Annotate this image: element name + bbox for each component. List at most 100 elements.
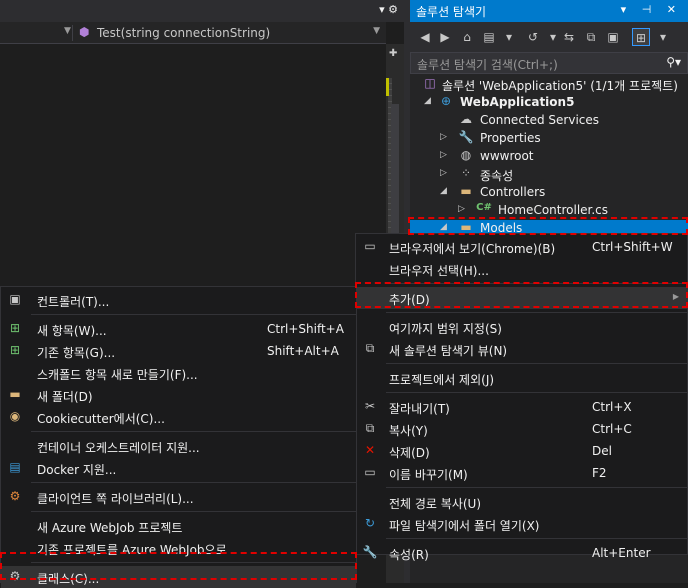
menu-item-cut[interactable]: ✂ 잘라내기(T) Ctrl+X [356, 396, 687, 418]
pending-changes-icon[interactable]: ↺ [524, 28, 542, 46]
submenu-item-orchestrator[interactable]: 컨테이너 오케스트레이터 지원... [1, 435, 356, 457]
menu-item-label: 삭제(D) [389, 446, 430, 460]
switch-views-icon[interactable]: ▤ [480, 28, 498, 46]
menu-item-label: 클래스(C)... [37, 572, 100, 586]
wrench-icon: 🔧 [362, 545, 378, 559]
submenu-item-client-library[interactable]: ⚙ 클라이언트 쪽 라이브러리(L)... [1, 486, 356, 508]
tree-item-label: Controllers [480, 185, 546, 199]
menu-item-label: 여기까지 범위 지정(S) [389, 322, 502, 336]
menu-item-label: 클라이언트 쪽 라이브러리(L)... [37, 492, 194, 506]
collapse-all-icon[interactable]: ⧉ [582, 28, 600, 46]
search-placeholder: 솔루션 탐색기 검색(Ctrl+;) [417, 58, 558, 72]
menu-item-exclude[interactable]: 프로젝트에서 제외(J) [356, 367, 687, 389]
search-icon[interactable]: ⚲▾ [666, 55, 681, 69]
menu-item-scope-to-this[interactable]: 여기까지 범위 지정(S) [356, 316, 687, 338]
menu-separator [386, 363, 687, 364]
menu-separator [31, 431, 356, 432]
navigation-bar: ▼ ⬢ Test(string connectionString) ▼ [0, 22, 386, 44]
tree-item-wwwroot[interactable]: ▷ ◍ wwwroot [410, 148, 688, 166]
expanded-arrow-icon[interactable]: ◢ [424, 96, 431, 106]
menu-item-copy[interactable]: ⧉ 복사(Y) Ctrl+C [356, 418, 687, 440]
wrench-icon: 🔧 [458, 130, 474, 144]
toolbar-dropdown-icon[interactable]: ▾ [654, 28, 672, 46]
menu-item-delete[interactable]: ✕ 삭제(D) Del [356, 440, 687, 462]
submenu-item-class[interactable]: ⚙ 클래스(C)... [1, 566, 356, 588]
submenu-item-new-webjob[interactable]: 새 Azure WebJob 프로젝트 [1, 515, 356, 537]
split-icon[interactable]: ✚ [389, 48, 397, 59]
menu-separator [386, 487, 687, 488]
menu-item-label: 프로젝트에서 제외(J) [389, 373, 495, 387]
menu-item-label: 컨테이너 오케스트레이터 지원... [37, 441, 200, 455]
tab-overflow-icon[interactable]: ▾ ⚙ [379, 3, 398, 16]
tree-item-label: wwwroot [480, 149, 534, 163]
expanded-arrow-icon[interactable]: ◢ [440, 186, 447, 196]
docker-icon: ▤ [9, 460, 21, 474]
type-dropdown-arrow-icon[interactable]: ▼ [64, 26, 71, 36]
member-dropdown-arrow-icon[interactable]: ▼ [373, 26, 380, 36]
solution-search-input[interactable]: 솔루션 탐색기 검색(Ctrl+;) ⚲▾ [410, 52, 688, 74]
home-icon[interactable]: ⌂ [458, 28, 476, 46]
collapsed-arrow-icon[interactable]: ▷ [440, 150, 447, 160]
tree-item-properties[interactable]: ▷ 🔧 Properties [410, 130, 688, 148]
folder-icon: ▬ [460, 184, 472, 198]
collapsed-arrow-icon[interactable]: ▷ [458, 204, 465, 214]
tree-item-label: 솔루션 'WebApplication5' (1/1개 프로젝트) [442, 79, 678, 93]
add-class-icon: ⚙ [9, 569, 21, 583]
menu-item-shortcut: Ctrl+Shift+W [592, 240, 673, 254]
properties-icon[interactable]: ⊞ [632, 28, 650, 46]
expanded-arrow-icon[interactable]: ◢ [440, 222, 447, 232]
tree-item-connected-services[interactable]: ☁ Connected Services [410, 112, 688, 130]
tree-item-label: Properties [480, 131, 541, 145]
scroll-thumb[interactable] [391, 104, 399, 254]
menu-item-label: 새 항목(W)... [37, 324, 107, 338]
collapsed-arrow-icon[interactable]: ▷ [440, 132, 447, 142]
method-icon: ⬢ [79, 25, 90, 39]
menu-item-label: 컨트롤러(T)... [37, 295, 110, 309]
submenu-item-cookiecutter[interactable]: ◉ Cookiecutter에서(C)... [1, 406, 356, 428]
existing-item-icon: ⊞ [9, 343, 21, 357]
menu-item-properties[interactable]: 🔧 속성(R) Alt+Enter [356, 542, 687, 564]
show-all-files-icon[interactable]: ▣ [604, 28, 622, 46]
sync-icon[interactable]: ⇆ [560, 28, 578, 46]
solution-explorer-title: 솔루션 탐색기 [416, 5, 487, 19]
menu-item-add[interactable]: 추가(D) ▶ [356, 287, 687, 309]
submenu-item-existing-item[interactable]: ⊞ 기존 항목(G)... Shift+Alt+A [1, 340, 356, 362]
tree-item-project[interactable]: ◢ ⊕ WebApplication5 [410, 94, 688, 112]
scissors-icon: ✂ [364, 399, 376, 413]
menu-item-open-in-explorer[interactable]: ↻ 파일 탐색기에서 폴더 열기(X) [356, 513, 687, 535]
menu-item-shortcut: Ctrl+Shift+A [267, 322, 344, 336]
menu-item-view-in-browser[interactable]: ▭ 브라우저에서 보기(Chrome)(B) Ctrl+Shift+W [356, 236, 687, 258]
window-tools-icon[interactable]: ▾ ⊣ ✕ [621, 3, 682, 16]
submenu-arrow-icon: ▶ [672, 292, 679, 301]
menu-item-label: Docker 지원... [37, 463, 117, 477]
back-icon[interactable]: ◀ [416, 28, 434, 46]
submenu-item-docker[interactable]: ▤ Docker 지원... [1, 457, 356, 479]
submenu-item-existing-webjob[interactable]: 기존 프로젝트를 Azure WebJob으로 [1, 537, 356, 559]
submenu-item-new-folder[interactable]: ▬ 새 폴더(D) [1, 384, 356, 406]
menu-item-shortcut: Ctrl+C [592, 422, 632, 436]
tree-item-dependencies[interactable]: ▷ ⁘ 종속성 [410, 166, 688, 184]
views-dropdown-icon[interactable]: ▾ [500, 28, 518, 46]
menu-separator [31, 314, 356, 315]
submenu-item-controller[interactable]: ▣ 컨트롤러(T)... [1, 289, 356, 311]
globe-icon: ◍ [460, 148, 472, 162]
menu-item-copy-full-path[interactable]: 전체 경로 복사(U) [356, 491, 687, 513]
tree-item-solution[interactable]: ◫ 솔루션 'WebApplication5' (1/1개 프로젝트) [410, 76, 688, 94]
tree-item-label: 종속성 [480, 169, 514, 183]
new-view-icon: ⧉ [365, 341, 375, 355]
forward-icon[interactable]: ▶ [436, 28, 454, 46]
submenu-item-new-item[interactable]: ⊞ 새 항목(W)... Ctrl+Shift+A [1, 318, 356, 340]
menu-item-rename[interactable]: ▭ 이름 바꾸기(M) F2 [356, 462, 687, 484]
dependencies-icon: ⁘ [460, 166, 472, 180]
menu-item-label: 새 폴더(D) [37, 390, 93, 404]
menu-item-browse-with[interactable]: 브라우저 선택(H)... [356, 258, 687, 280]
copy-icon: ⧉ [365, 421, 375, 435]
collapsed-arrow-icon[interactable]: ▷ [440, 168, 447, 178]
tree-item-homecontroller[interactable]: ▷ C# HomeController.cs [410, 202, 688, 220]
member-dropdown[interactable]: Test(string connectionString) [97, 26, 270, 40]
tree-item-controllers[interactable]: ◢ ▬ Controllers [410, 184, 688, 202]
menu-item-new-explorer-view[interactable]: ⧉ 새 솔루션 탐색기 뷰(N) [356, 338, 687, 360]
cookie-icon: ◉ [9, 409, 21, 423]
folder-icon: ▬ [460, 220, 472, 234]
submenu-item-scaffold[interactable]: 스캐폴드 항목 새로 만들기(F)... [1, 362, 356, 384]
